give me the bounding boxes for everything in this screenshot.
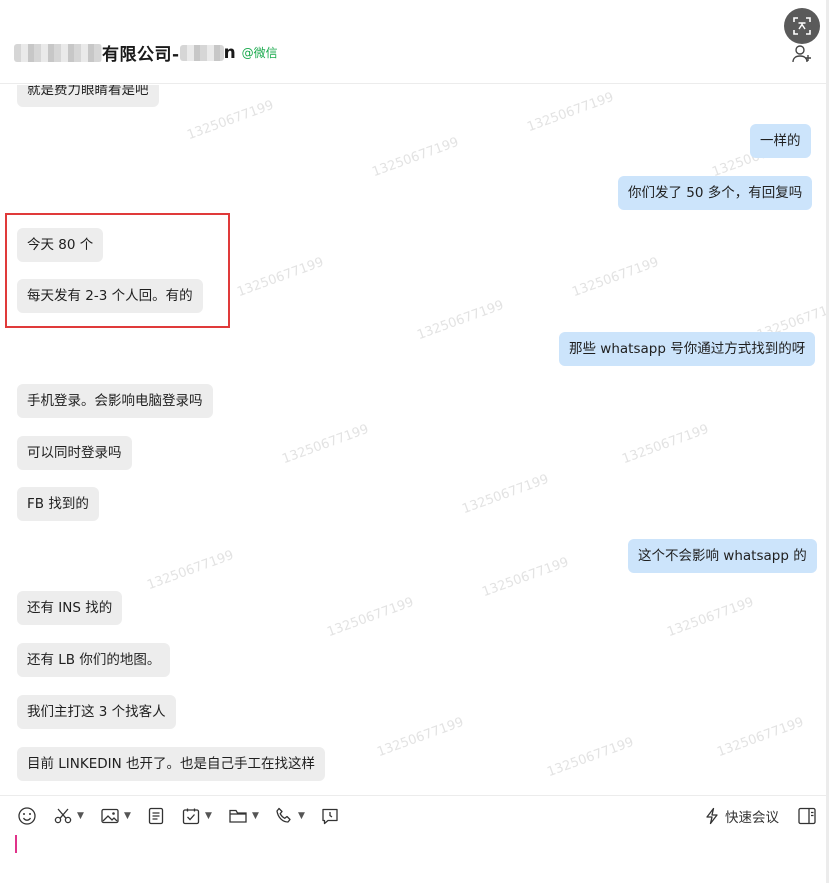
folder-button[interactable]: ▼	[228, 804, 259, 828]
screenshot-button[interactable]: ▼	[53, 804, 84, 828]
message-bubble-outgoing[interactable]: 那些 whatsapp 号你通过方式找到的呀	[559, 332, 816, 366]
chat-header: 有限公司- n @微信	[0, 0, 829, 84]
watermark: 13250677199	[525, 89, 616, 136]
message-clock-icon	[322, 808, 338, 825]
toggle-side-panel-button[interactable]	[796, 805, 818, 827]
document-button[interactable]	[146, 804, 166, 828]
side-panel-icon	[798, 807, 816, 825]
dropdown-caret-icon: ▼	[298, 811, 305, 821]
calendar-check-icon	[182, 808, 200, 825]
emoji-button[interactable]	[17, 804, 37, 828]
message-bubble-outgoing[interactable]: 一样的	[750, 124, 811, 158]
scan-text-icon	[793, 17, 811, 35]
message-bubble-incoming[interactable]: 就是费力眼睛看是吧	[17, 85, 159, 107]
message-input[interactable]	[0, 835, 829, 883]
message-bubble-outgoing[interactable]: 你们发了 50 多个，有回复吗	[618, 176, 813, 210]
add-member-button[interactable]	[788, 42, 816, 66]
chat-title: 有限公司-	[102, 45, 180, 65]
watermark: 13250677199	[620, 421, 711, 468]
document-icon	[148, 807, 164, 825]
dropdown-caret-icon: ▼	[205, 811, 212, 821]
watermark: 13250677199	[715, 714, 806, 761]
chat-history-button[interactable]	[320, 804, 340, 828]
wechat-channel-tag: @微信	[241, 46, 278, 60]
chat-title-group: 有限公司- n @微信	[14, 40, 278, 65]
input-toolbar: ▼ ▼ ▼ ▼ ▼ 快速会议	[0, 795, 829, 835]
screenshot-translate-button[interactable]	[784, 8, 820, 44]
quick-meeting-label: 快速会议	[725, 810, 779, 826]
redacted-name-block-2	[179, 44, 224, 61]
watermark: 13250677199	[460, 471, 551, 518]
lightning-icon	[706, 807, 718, 825]
watermark: 13250677199	[370, 134, 461, 181]
dropdown-caret-icon: ▼	[124, 811, 131, 821]
image-icon	[101, 808, 119, 824]
folder-icon	[229, 809, 247, 823]
redacted-name-block	[14, 43, 102, 62]
watermark: 13250677199	[185, 97, 276, 144]
chat-title-suffix: n	[223, 42, 236, 63]
emoji-icon	[18, 807, 36, 825]
add-person-icon	[792, 45, 811, 63]
message-bubble-incoming[interactable]: 还有 INS 找的	[17, 591, 123, 625]
message-list[interactable]: 13250677199 13250677199 13250677199 1325…	[0, 85, 829, 795]
dropdown-caret-icon: ▼	[252, 811, 259, 821]
message-bubble-incoming[interactable]: 可以同时登录吗	[17, 436, 132, 470]
watermark: 13250677199	[280, 421, 371, 468]
dropdown-caret-icon: ▼	[77, 811, 84, 821]
task-button[interactable]: ▼	[181, 804, 212, 828]
message-bubble-incoming[interactable]: FB 找到的	[17, 487, 99, 521]
watermark: 13250677199	[325, 594, 416, 641]
scissors-icon	[54, 808, 72, 824]
watermark: 13250677199	[570, 254, 661, 301]
call-button[interactable]: ▼	[274, 804, 305, 828]
watermark: 13250677199	[375, 714, 466, 761]
phone-icon	[276, 807, 291, 823]
quick-meeting-button[interactable]: 快速会议	[704, 804, 779, 828]
watermark: 13250677199	[145, 547, 236, 594]
watermark: 13250677199	[665, 594, 756, 641]
message-bubble-outgoing[interactable]: 这个不会影响 whatsapp 的	[628, 539, 817, 573]
message-bubble-incoming[interactable]: 手机登录。会影响电脑登录吗	[17, 384, 213, 418]
message-bubble-incoming[interactable]: 我们主打这 3 个找客人	[17, 695, 176, 729]
watermark: 13250677199	[480, 554, 571, 601]
watermark: 13250677199	[235, 254, 326, 301]
message-bubble-incoming[interactable]: 目前 LINKEDIN 也开了。也是自己手工在找这样	[17, 747, 326, 781]
text-cursor	[15, 835, 17, 853]
watermark: 13250677199	[545, 734, 636, 781]
image-button[interactable]: ▼	[100, 804, 131, 828]
red-highlight-box	[5, 213, 230, 328]
message-bubble-incoming[interactable]: 还有 LB 你们的地图。	[17, 643, 171, 677]
watermark: 13250677199	[415, 297, 506, 344]
